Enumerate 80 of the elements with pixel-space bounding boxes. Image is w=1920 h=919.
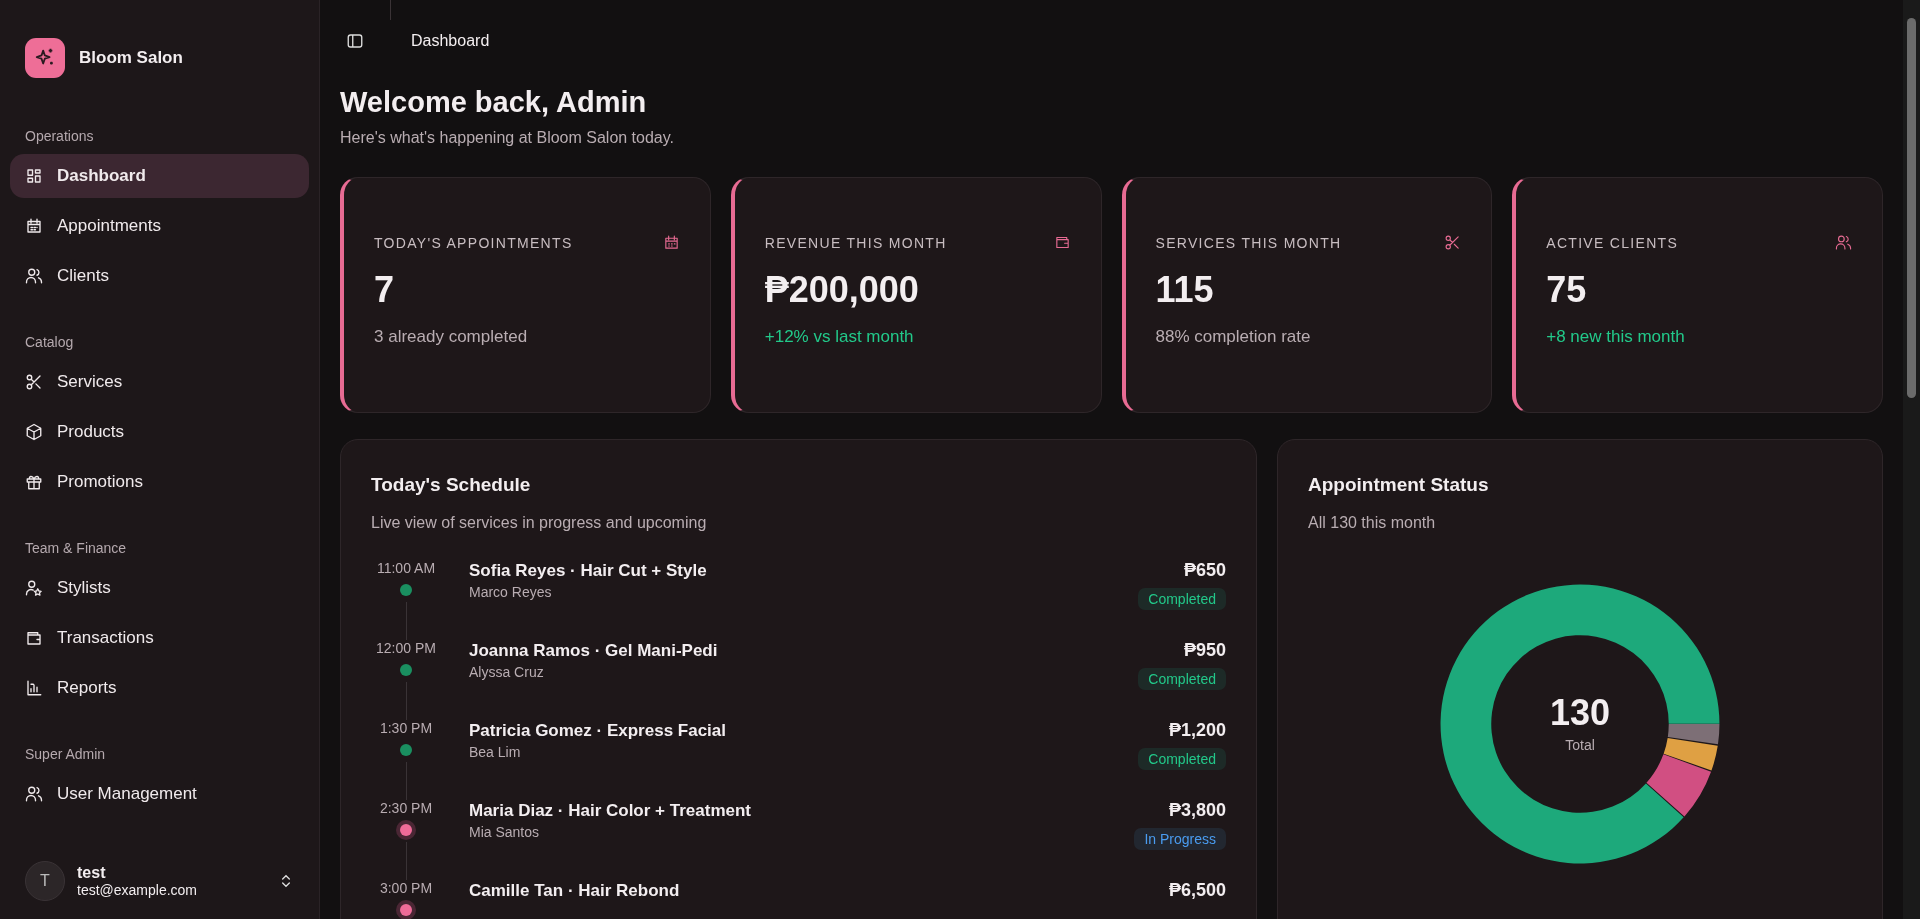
stat-icon (662, 234, 680, 251)
stylist-name: Bea Lim (469, 744, 522, 760)
nav-icon (25, 167, 43, 185)
stat-note: 3 already completed (374, 327, 529, 347)
nav-item[interactable]: User Management (10, 772, 309, 816)
nav-section-label: Catalog (24, 334, 75, 352)
appointment-time: 1:30 PM (379, 720, 433, 736)
stat-icon (1053, 234, 1071, 251)
nav-item[interactable]: Reports (10, 666, 309, 710)
card-title: Appointment Status (1308, 474, 1490, 496)
stat-value: 75 (1546, 269, 1588, 311)
scrollbar-thumb[interactable] (1907, 18, 1916, 398)
status-badge: Completed (1138, 588, 1226, 610)
nav-item[interactable]: Dashboard (10, 154, 309, 198)
stat-icon (1444, 234, 1462, 251)
appointment-title: Sofia Reyes · Hair Cut + Style (469, 561, 708, 581)
stat-icon (1835, 234, 1852, 251)
nav-item[interactable]: Stylists (10, 566, 309, 610)
appointment-time: 3:00 PM (379, 880, 433, 896)
appointment-title: Camille Tan · Hair Rebond (469, 881, 681, 901)
appointment-title: Maria Diaz · Hair Color + Treatment (469, 801, 752, 821)
appointment-title: Patricia Gomez · Express Facial (469, 721, 727, 741)
nav-section-label: Super Admin (24, 746, 107, 764)
nav-item[interactable]: Clients (10, 254, 309, 298)
appointment-time: 12:00 PM (376, 640, 436, 656)
stat-label: REVENUE THIS MONTH (764, 234, 947, 251)
nav-item[interactable]: Transactions (10, 616, 309, 660)
nav-section-label: Operations (24, 128, 95, 146)
status-badge: In Progress (1134, 828, 1226, 850)
status-badge: Completed (1138, 748, 1226, 770)
stat-note: 88% completion rate (1155, 327, 1312, 347)
nav-icon (25, 473, 43, 491)
stat-value: ₱200,000 (764, 269, 920, 311)
nav-item[interactable]: Products (10, 410, 309, 454)
nav-icon (25, 217, 43, 235)
card-subtitle: Live view of services in progress and upcoming (371, 514, 708, 532)
nav-icon (25, 629, 43, 647)
nav-item[interactable]: Appointments (10, 204, 309, 248)
stat-note: +12% vs last month (764, 327, 915, 347)
appointment-title: Joanna Ramos · Gel Mani-Pedi (469, 641, 719, 661)
stat-value: 115 (1155, 269, 1215, 311)
stat-label: ACTIVE CLIENTS (1546, 234, 1679, 251)
breadcrumb: Dashboard (411, 32, 490, 50)
appointment-price: ₱1,200 (1168, 720, 1226, 741)
stat-label: TODAY'S APPOINTMENTS (374, 234, 573, 251)
status-badge: Completed (1138, 668, 1226, 690)
user-menu[interactable]: T test test@example.com (10, 849, 309, 919)
sidebar-toggle-icon (346, 32, 364, 50)
nav-section-label: Team & Finance (24, 540, 128, 558)
appointment-price: ₱3,800 (1168, 800, 1226, 821)
nav-icon (25, 267, 43, 285)
nav-icon (25, 579, 43, 597)
sparkle-logo-icon (25, 37, 65, 78)
stat-label: SERVICES THIS MONTH (1155, 234, 1342, 251)
stylist-name: Alyssa Cruz (469, 664, 545, 680)
user-email: test@example.com (77, 882, 199, 898)
appointment-time: 2:30 PM (379, 800, 433, 816)
appointment-price: ₱6,500 (1168, 880, 1226, 901)
stylist-name: Mia Santos (469, 824, 541, 840)
brand-name: Bloom Salon (79, 47, 183, 68)
nav-icon (25, 423, 43, 441)
nav-icon (25, 373, 43, 391)
user-avatar: T (25, 861, 65, 901)
stylist-name: Marco Reyes (469, 584, 553, 600)
nav-icon (25, 679, 43, 697)
appointment-price: ₱650 (1183, 560, 1226, 581)
stat-value: 7 (374, 269, 396, 311)
card-title: Today's Schedule (371, 474, 532, 496)
user-name: test (77, 864, 107, 882)
total-label: Total (1565, 737, 1595, 753)
appointment-price: ₱950 (1183, 640, 1226, 661)
nav-item[interactable]: Services (10, 360, 309, 404)
page-subtitle: Here's what's happening at Bloom Salon today. (340, 129, 675, 147)
card-subtitle: All 130 this month (1308, 514, 1437, 532)
appointment-time: 11:00 AM (376, 560, 436, 576)
total-count: 130 (1549, 695, 1611, 731)
nav-icon (25, 785, 43, 803)
stat-note: +8 new this month (1546, 327, 1686, 347)
page-title: Welcome back, Admin (340, 86, 648, 119)
nav-item[interactable]: Promotions (10, 460, 309, 504)
